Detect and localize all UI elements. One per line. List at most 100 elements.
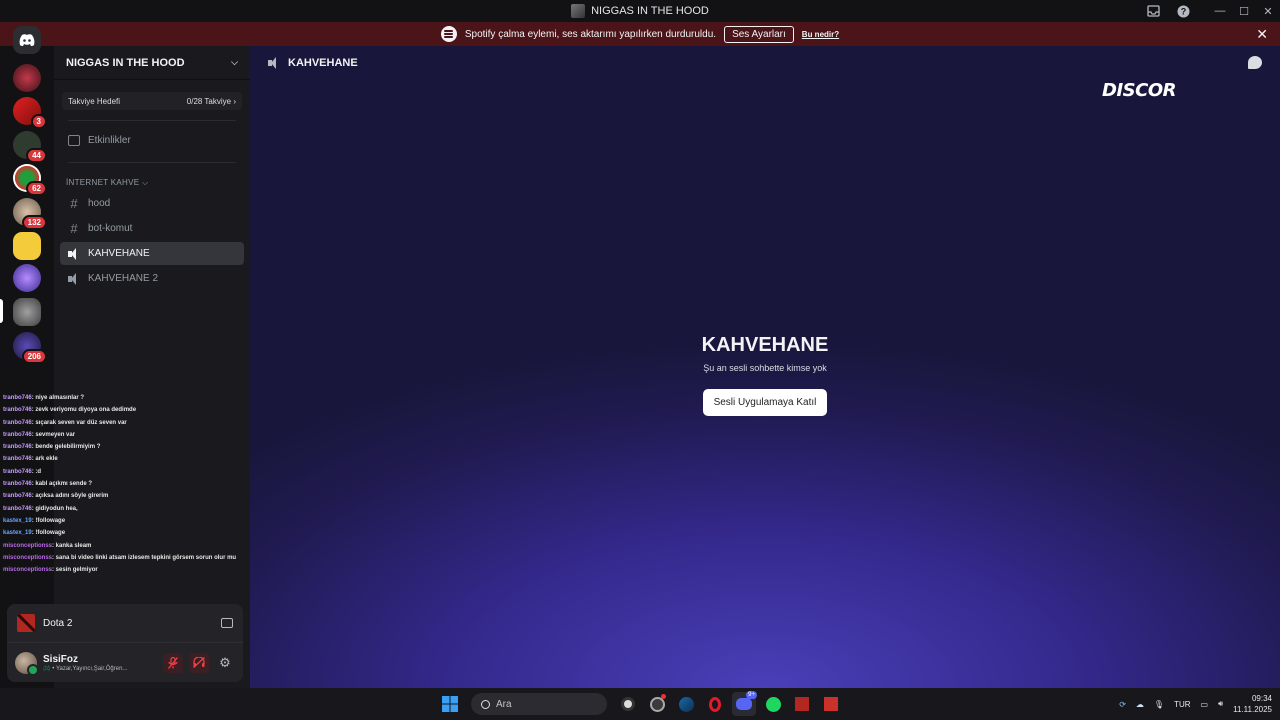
chat-user: tranbo746 bbox=[3, 444, 32, 451]
channel-hood[interactable]: # hood bbox=[60, 192, 244, 215]
window-title-text: NIGGAS IN THE HOOD bbox=[591, 5, 709, 17]
window-title: NIGGAS IN THE HOOD bbox=[571, 4, 709, 18]
speaker-icon bbox=[268, 57, 280, 69]
chat-text: : sevmeyen var bbox=[31, 431, 76, 438]
user-info[interactable]: SisiFoz 🎮︎ • Yazar,Yayıncı,Şair,Öğren... bbox=[43, 654, 157, 672]
clock[interactable]: 09:34 11.11.2025 bbox=[1233, 693, 1272, 715]
steam-icon[interactable] bbox=[674, 692, 698, 716]
volume-icon[interactable]: 🔊︎ bbox=[1218, 699, 1223, 709]
game-activity-panel[interactable]: Dota 2 bbox=[7, 604, 243, 642]
server-icon[interactable] bbox=[13, 264, 41, 292]
banner-close-icon[interactable]: ✕ bbox=[1256, 26, 1268, 43]
chat-user: tranbo746 bbox=[3, 407, 32, 414]
windows-start-icon[interactable] bbox=[438, 692, 462, 716]
server-badge: 44 bbox=[26, 148, 47, 163]
windows-taskbar: Ara 9+ ⟳ ☁ 🎙︎ TUR ▭ 🔊︎ 09:34 11.11.2025 bbox=[0, 688, 1280, 720]
chat-user: tranbo746 bbox=[3, 419, 32, 426]
close-window-button[interactable]: ✕ bbox=[1256, 0, 1280, 22]
spotify-taskbar-icon[interactable] bbox=[761, 692, 785, 716]
server-icon[interactable]: 206 bbox=[13, 332, 47, 364]
server-icon[interactable]: 44 bbox=[13, 131, 47, 163]
clock-time: 09:34 bbox=[1251, 694, 1272, 703]
chat-user: kastex_19 bbox=[3, 530, 32, 537]
search-icon bbox=[481, 699, 490, 709]
server-icon[interactable] bbox=[13, 64, 41, 92]
category-label: İNTERNET KAHVE bbox=[66, 178, 140, 187]
settings-gear-icon[interactable]: ⚙ bbox=[215, 653, 235, 673]
user-panel: SisiFoz 🎮︎ • Yazar,Yayıncı,Şair,Öğren...… bbox=[7, 642, 243, 682]
channel-label: KAHVEHANE 2 bbox=[88, 273, 159, 284]
chrome-icon[interactable] bbox=[645, 692, 669, 716]
network-icon[interactable]: ▭ bbox=[1201, 700, 1209, 709]
gamepad-icon: 🎮︎ bbox=[43, 665, 51, 672]
server-icon[interactable]: 62 bbox=[13, 164, 47, 196]
boost-goal-label: Takviye Hedefi bbox=[68, 96, 121, 106]
chat-user: misconceptionss bbox=[3, 567, 53, 574]
channel-label: hood bbox=[88, 198, 111, 209]
chat-text: : niye almasınlar ? bbox=[31, 395, 85, 401]
chat-text: : zevk veriyomu diyoya ona dedimde bbox=[31, 407, 137, 414]
discord-taskbar-icon[interactable]: 9+ bbox=[732, 691, 757, 716]
chat-line: tranbo746: açıksa adını söyle girerim bbox=[0, 490, 252, 502]
server-icon[interactable] bbox=[13, 298, 41, 326]
screen-share-icon[interactable] bbox=[221, 618, 233, 628]
clock-date: 11.11.2025 bbox=[1233, 705, 1272, 714]
boost-goal[interactable]: Takviye Hedefi 0/28 Takviye › bbox=[62, 92, 242, 110]
events-item[interactable]: Etkinlikler bbox=[60, 129, 244, 152]
taskbar-search[interactable]: Ara bbox=[471, 693, 607, 715]
chat-line: kastex_19: !followage bbox=[0, 527, 252, 539]
channel-bot-komut[interactable]: # bot-komut bbox=[60, 217, 244, 240]
chat-user: tranbo746 bbox=[3, 468, 32, 475]
search-placeholder: Ara bbox=[496, 698, 512, 710]
onedrive-icon[interactable]: ☁ bbox=[1136, 700, 1144, 709]
category-header[interactable]: İNTERNET KAHVE ⌵ bbox=[66, 178, 148, 188]
minimize-button[interactable]: — bbox=[1208, 0, 1232, 22]
window-titlebar: NIGGAS IN THE HOOD ? — ☐ ✕ bbox=[0, 0, 1280, 22]
microphone-icon[interactable]: 🎙︎ bbox=[1154, 700, 1164, 709]
chat-text: : !followage bbox=[31, 517, 66, 524]
channel-kahvehane[interactable]: KAHVEHANE bbox=[60, 242, 244, 265]
chat-user: tranbo746 bbox=[3, 395, 32, 401]
divider bbox=[68, 120, 236, 121]
chat-line: tranbo746: :d bbox=[0, 466, 252, 478]
what-is-this-link[interactable]: Bu nedir? bbox=[802, 30, 839, 39]
server-icon[interactable]: 132 bbox=[13, 198, 47, 230]
chat-line: tranbo746: sıçarak seven var düz seven v… bbox=[0, 417, 252, 429]
speaker-icon bbox=[68, 272, 80, 285]
join-voice-button[interactable]: Sesli Uygulamaya Katıl bbox=[702, 389, 828, 416]
language-indicator[interactable]: TUR bbox=[1174, 700, 1190, 709]
audio-settings-button[interactable]: Ses Ayarları bbox=[724, 25, 794, 43]
server-icon[interactable]: 3 bbox=[13, 97, 47, 129]
sync-icon[interactable]: ⟳ bbox=[1119, 700, 1126, 709]
mute-microphone-button[interactable] bbox=[163, 652, 183, 673]
guild-header[interactable]: NIGGAS IN THE HOOD ⌵ bbox=[54, 46, 250, 80]
avatar[interactable] bbox=[15, 651, 39, 676]
dota-2-taskbar-icon[interactable] bbox=[790, 692, 814, 716]
deafen-button[interactable] bbox=[189, 652, 209, 673]
custom-status: 🎮︎ • Yazar,Yayıncı,Şair,Öğren... bbox=[43, 665, 157, 672]
svg-text:?: ? bbox=[1180, 6, 1186, 16]
chat-line: misconceptionss: kanka sleam bbox=[0, 540, 252, 552]
channel-kahvehane-2[interactable]: KAHVEHANE 2 bbox=[60, 267, 244, 290]
maximize-button[interactable]: ☐ bbox=[1232, 0, 1256, 22]
help-icon[interactable]: ? bbox=[1172, 0, 1194, 22]
chat-text: : ark ekle bbox=[31, 456, 58, 463]
dota-2-icon bbox=[17, 614, 35, 632]
chat-user: tranbo746 bbox=[3, 505, 32, 512]
chat-text: : kabl açıkmı sende ? bbox=[31, 481, 93, 488]
chat-line: kastex_19: !followage bbox=[0, 515, 252, 527]
discord-home-icon[interactable] bbox=[13, 26, 41, 54]
obs-icon[interactable] bbox=[616, 692, 640, 716]
chat-user: tranbo746 bbox=[3, 456, 32, 463]
inbox-icon[interactable] bbox=[1142, 0, 1164, 22]
opera-icon[interactable] bbox=[703, 692, 727, 716]
chat-bubble-icon[interactable] bbox=[1248, 56, 1262, 69]
chat-line: tranbo746: kabl açıkmı sende ? bbox=[0, 478, 252, 490]
app-taskbar-icon[interactable] bbox=[819, 692, 843, 716]
chat-line: tranbo746: gidiyodun hea, bbox=[0, 503, 252, 515]
server-icon[interactable] bbox=[13, 232, 41, 260]
channel-label: bot-komut bbox=[88, 223, 133, 234]
chat-line: tranbo746: sevmeyen var bbox=[0, 429, 252, 441]
chat-user: tranbo746 bbox=[3, 493, 32, 500]
chat-text: : :d bbox=[31, 468, 42, 475]
